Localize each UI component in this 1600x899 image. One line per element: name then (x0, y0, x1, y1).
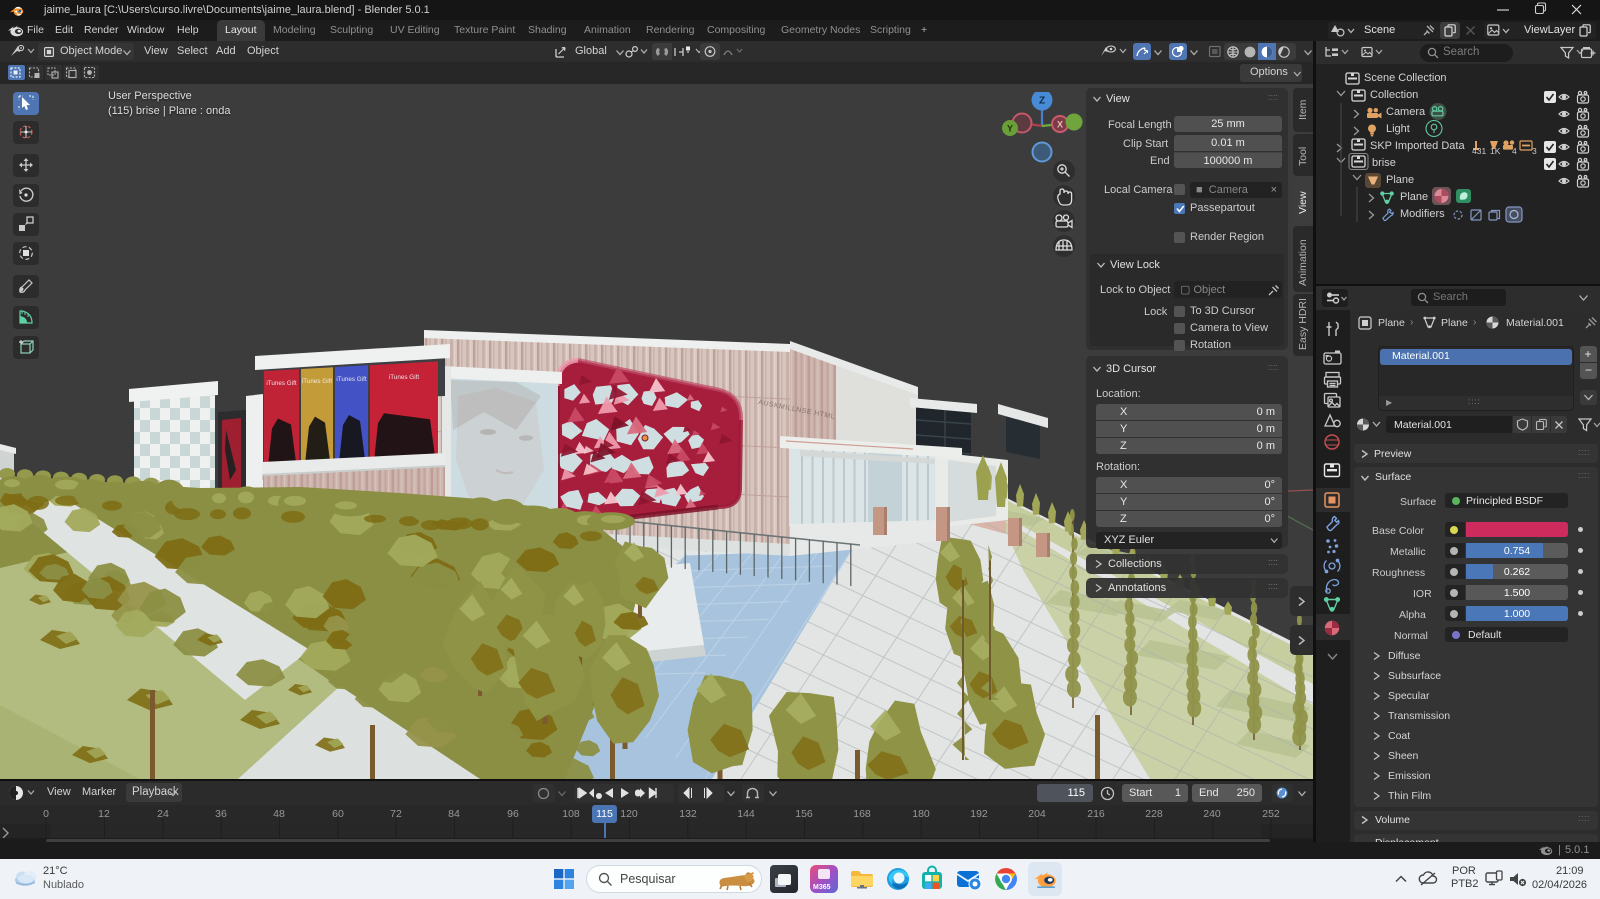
svg-text:4: 4 (1512, 146, 1517, 156)
svg-text:431: 431 (1472, 146, 1486, 156)
svg-text:Y: Y (1007, 124, 1013, 134)
svg-text:1K: 1K (1490, 146, 1501, 156)
svg-text:X: X (1057, 120, 1063, 130)
svg-text:iTunes Gift: iTunes Gift (389, 374, 419, 381)
svg-text:iTunes Gift: iTunes Gift (266, 380, 296, 387)
svg-text:iTunes Gift: iTunes Gift (302, 378, 332, 385)
svg-text:iTunes Gift: iTunes Gift (336, 376, 366, 383)
svg-text:Z: Z (1039, 96, 1045, 107)
svg-text:3: 3 (1532, 146, 1537, 156)
